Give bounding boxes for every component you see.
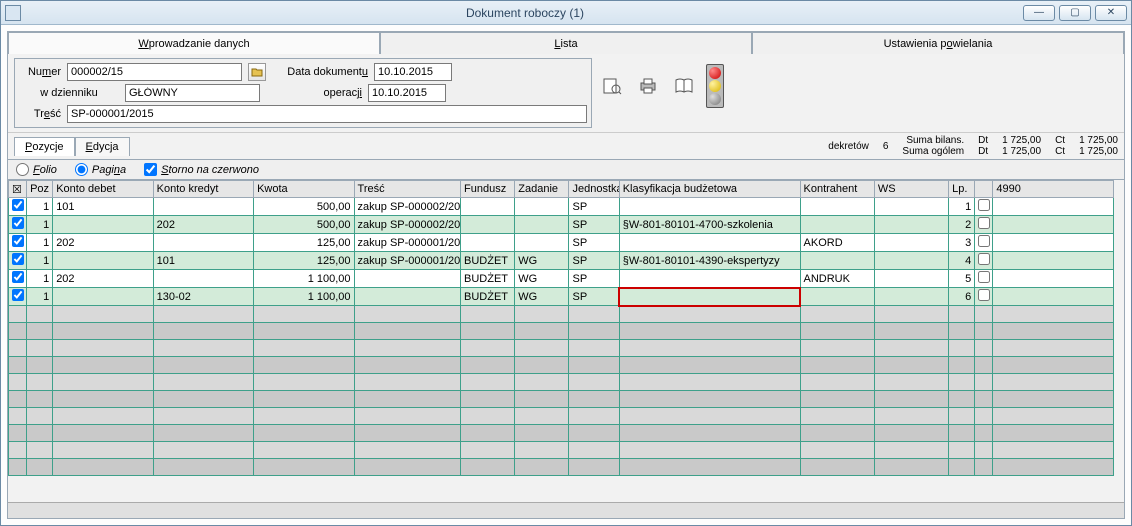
minimize-button[interactable]: —: [1023, 5, 1055, 21]
col-debet[interactable]: Konto debet: [53, 181, 153, 198]
numer-lookup-button[interactable]: [248, 63, 266, 81]
maximize-button[interactable]: ▢: [1059, 5, 1091, 21]
table-row[interactable]: 1202125,00zakup SP-000001/20SPAKORD3: [9, 234, 1114, 252]
table-row[interactable]: 1202500,00zakup SP-000002/20SP§W-801-801…: [9, 216, 1114, 234]
subtab-pozycje[interactable]: Pozycje: [14, 137, 75, 156]
row-check[interactable]: [12, 253, 24, 265]
operacji-input[interactable]: [368, 84, 446, 102]
titlebar: Dokument roboczy (1) — ▢ ✕: [1, 1, 1131, 25]
traffic-light[interactable]: [706, 64, 724, 108]
tab-ustawienia[interactable]: Ustawienia powielania: [752, 32, 1124, 54]
col-zadanie[interactable]: Zadanie: [515, 181, 569, 198]
col-klasyf[interactable]: Klasyfikacja budżetowa: [619, 181, 800, 198]
tresc-input[interactable]: [67, 105, 587, 123]
system-menu-icon[interactable]: [5, 5, 21, 21]
row-flag[interactable]: [978, 271, 990, 283]
dekretow-label: dekretów: [828, 141, 869, 152]
dekretow-value: 6: [883, 141, 889, 152]
col-ws[interactable]: WS: [874, 181, 948, 198]
radio-folio[interactable]: Folio: [16, 163, 57, 176]
col-4990[interactable]: 4990: [993, 181, 1114, 198]
summary: dekretów 6 Suma bilans.Suma ogólem DtDt …: [828, 135, 1118, 157]
table-row[interactable]: 12021 100,00BUDŻETWGSPANDRUK5: [9, 270, 1114, 288]
tresc-label: Treść: [19, 108, 61, 120]
row-flag[interactable]: [978, 253, 990, 265]
table-row[interactable]: [9, 323, 1114, 340]
book-icon: [674, 77, 694, 95]
grid-header: ☒ Poz Konto debet Konto kredyt Kwota Tre…: [9, 181, 1114, 198]
col-select[interactable]: ☒: [9, 181, 27, 198]
col-lp[interactable]: Lp.: [949, 181, 975, 198]
horizontal-scrollbar[interactable]: [8, 502, 1124, 518]
row-check[interactable]: [12, 271, 24, 283]
printer-icon: [638, 77, 658, 95]
row-check[interactable]: [12, 289, 24, 301]
col-kredyt[interactable]: Konto kredyt: [153, 181, 253, 198]
dziennik-label: w dzienniku: [19, 87, 119, 99]
row-check[interactable]: [12, 199, 24, 211]
traffic-yellow-icon: [709, 80, 721, 92]
col-fundusz[interactable]: Fundusz: [461, 181, 515, 198]
table-row[interactable]: [9, 442, 1114, 459]
traffic-green-icon: [709, 93, 721, 105]
row-check[interactable]: [12, 217, 24, 229]
row-flag[interactable]: [978, 217, 990, 229]
table-row[interactable]: [9, 391, 1114, 408]
traffic-red-icon: [709, 67, 721, 79]
table-row[interactable]: 1101125,00zakup SP-000001/20BUDŻETWGSP§W…: [9, 252, 1114, 270]
positions-grid[interactable]: ☒ Poz Konto debet Konto kredyt Kwota Tre…: [8, 180, 1114, 476]
numer-label: Numer: [19, 66, 61, 78]
table-row[interactable]: 1130-021 100,00BUDŻETWGSP6: [9, 288, 1114, 306]
table-row[interactable]: [9, 374, 1114, 391]
table-row[interactable]: [9, 340, 1114, 357]
table-row[interactable]: [9, 357, 1114, 374]
preview-icon: [602, 77, 622, 95]
table-row[interactable]: [9, 306, 1114, 323]
book-button[interactable]: [670, 74, 698, 98]
row-check[interactable]: [12, 235, 24, 247]
row-flag[interactable]: [978, 199, 990, 211]
operacji-label: operacji: [266, 87, 362, 99]
table-row[interactable]: [9, 408, 1114, 425]
subtab-edycja[interactable]: Edycja: [75, 137, 130, 156]
row-flag[interactable]: [978, 235, 990, 247]
preview-button[interactable]: [598, 74, 626, 98]
top-tabs: Wprowadzanie danych Lista Ustawienia pow…: [8, 32, 1124, 54]
check-storno[interactable]: Storno na czerwono: [144, 163, 259, 176]
numer-input[interactable]: [67, 63, 242, 81]
close-button[interactable]: ✕: [1095, 5, 1127, 21]
tab-lista[interactable]: Lista: [380, 32, 752, 54]
col-poz[interactable]: Poz: [27, 181, 53, 198]
data-dok-input[interactable]: [374, 63, 452, 81]
dziennik-input[interactable]: [125, 84, 260, 102]
tab-wprowadzanie[interactable]: Wprowadzanie danych: [8, 32, 380, 54]
row-flag[interactable]: [978, 289, 990, 301]
table-row[interactable]: 1101500,00zakup SP-000002/20SP1: [9, 198, 1114, 216]
col-kontrahent[interactable]: Kontrahent: [800, 181, 874, 198]
data-dok-label: Data dokumentu: [272, 66, 368, 78]
print-button[interactable]: [634, 74, 662, 98]
table-row[interactable]: [9, 425, 1114, 442]
col-jednostka[interactable]: Jednostka: [569, 181, 619, 198]
radio-pagina[interactable]: Pagina: [75, 163, 126, 176]
col-tresc[interactable]: Treść: [354, 181, 460, 198]
table-row[interactable]: [9, 459, 1114, 476]
folder-icon: [251, 67, 263, 77]
col-kwota[interactable]: Kwota: [254, 181, 354, 198]
window-title: Dokument roboczy (1): [27, 6, 1023, 20]
col-chk2[interactable]: [975, 181, 993, 198]
